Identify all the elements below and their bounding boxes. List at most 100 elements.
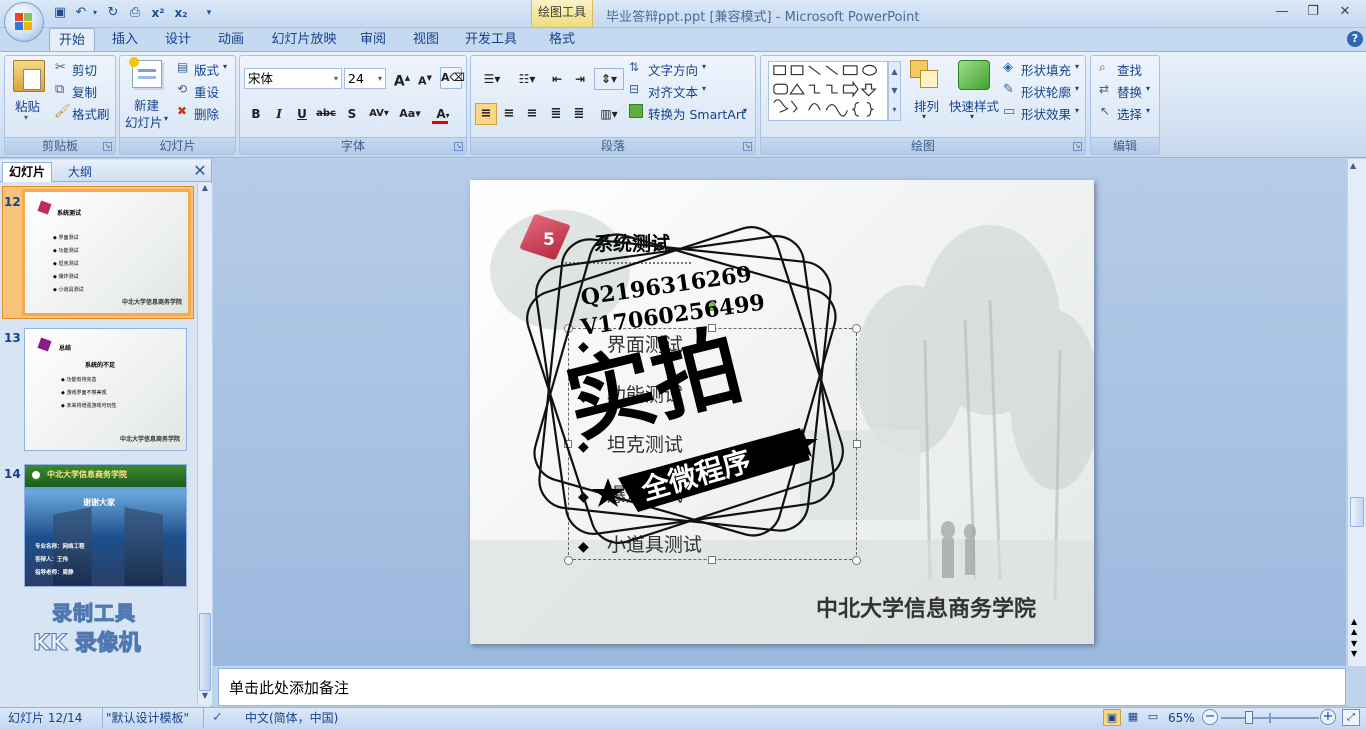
character-spacing-icon[interactable]: AV▾ [365,103,393,125]
font-name-combo[interactable]: 宋体 ▾ [244,68,342,89]
font-size-combo[interactable]: 24 ▾ [344,68,386,89]
underline-icon[interactable]: U [291,103,313,125]
print-preview-icon[interactable]: ⎙ [126,4,144,22]
select-button[interactable]: 选择 [1117,104,1142,123]
strikethrough-icon[interactable]: abc [315,103,337,125]
tab-view[interactable]: 视图 [405,28,447,52]
undo-icon[interactable]: ↶ [72,4,90,22]
decrease-indent-icon[interactable]: ⇤ [546,68,568,90]
shape-outline-dropdown-icon[interactable]: ▾ [1075,84,1079,93]
replace-dropdown-icon[interactable]: ▾ [1146,84,1150,93]
maximize-icon[interactable]: ❐ [1302,4,1324,20]
reset-button[interactable]: 重设 [194,82,219,101]
bullets-icon[interactable]: ☰▾ [475,68,509,90]
shapes-gallery[interactable] [768,61,888,121]
shrink-font-icon[interactable]: A▼ [414,67,436,89]
distributed-icon[interactable]: ≣ [568,103,590,125]
subscript-icon[interactable]: x₂ [172,4,190,22]
paragraph-launcher-icon[interactable]: ↘ [743,142,752,151]
slideshow-view-icon[interactable]: ▭ [1144,709,1162,726]
close-icon[interactable]: ✕ [1334,4,1356,20]
text-direction-dropdown-icon[interactable]: ▾ [702,62,706,71]
undo-dropdown-icon[interactable]: ▾ [90,4,100,22]
tab-animations[interactable]: 动画 [210,28,252,52]
language-status[interactable]: 中文(简体，中国) [245,708,338,728]
slide-footer[interactable]: 中北大学信息商务学院 [816,591,1036,623]
tab-insert[interactable]: 插入 [104,28,146,52]
paste-icon[interactable] [13,60,45,92]
align-text-button[interactable]: 对齐文本 [648,82,698,101]
redo-icon[interactable]: ↻ [104,4,122,22]
align-left-icon[interactable]: ≡ [475,103,497,125]
slide-thumbnail-12[interactable]: 系统测试 ◆ 界面测试 ◆ 功能测试 ◆ 坦克测试 ◆ 爆炸测试 ◆ 小道具测试… [22,189,191,316]
tab-slideshow[interactable]: 幻灯片放映 [264,28,344,52]
tab-format[interactable]: 格式 [540,28,584,52]
delete-slide-button[interactable]: 删除 [194,104,219,123]
text-shadow-icon[interactable]: S [341,103,363,125]
shape-outline-button[interactable]: 形状轮廓 [1021,82,1071,101]
font-launcher-icon[interactable]: ↘ [454,142,463,151]
zoom-out-icon[interactable]: − [1202,709,1218,725]
slide-thumbnail-14[interactable]: 中北大学信息商务学院 谢谢大家 专业名称：网络工程 答辩人：王伟 指导老师：周静 [24,464,187,587]
paste-dropdown-icon[interactable]: ▾ [24,113,28,122]
zoom-slider-thumb[interactable] [1245,711,1253,724]
line-spacing-icon[interactable]: ⇕▾ [594,68,624,90]
tab-home[interactable]: 开始 [49,28,95,52]
text-direction-button[interactable]: 文字方向 [648,60,698,79]
slide-scroll-thumb[interactable] [1350,497,1364,527]
close-pane-icon[interactable]: ✕ [193,163,207,179]
slide-vertical-scrollbar[interactable]: ▲ ▲ ▲ ▼ ▼ [1347,159,1366,666]
spell-check-icon[interactable]: ✓ [212,708,223,728]
shape-fill-dropdown-icon[interactable]: ▾ [1075,62,1079,71]
previous-slide-icon[interactable]: ▲ ▲ [1351,617,1357,637]
arrange-icon[interactable] [910,60,940,90]
theme-status[interactable]: "默认设计模板" [106,708,189,728]
tab-review[interactable]: 审阅 [352,28,394,52]
cut-button[interactable]: 剪切 [72,60,97,79]
columns-icon[interactable]: ▥▾ [594,103,624,125]
shape-fill-button[interactable]: 形状填充 [1021,60,1071,79]
new-slide-button-line2[interactable]: 幻灯片 [125,112,163,131]
bold-icon[interactable]: B [245,103,267,125]
font-color-icon[interactable]: A ▾ [428,103,458,125]
smartart-dropdown-icon[interactable]: ▾ [743,106,747,115]
customize-qat-icon[interactable]: ▾ [203,4,215,22]
new-slide-dropdown-icon[interactable]: ▾ [164,114,168,123]
tab-outline-pane[interactable]: 大纲 [55,163,105,182]
tab-developer[interactable]: 开发工具 [458,28,524,52]
shape-effects-button[interactable]: 形状效果 [1021,104,1071,123]
layout-dropdown-icon[interactable]: ▾ [223,62,227,71]
justify-icon[interactable]: ≣ [545,103,567,125]
align-center-icon[interactable]: ≡ [498,103,520,125]
shape-effects-dropdown-icon[interactable]: ▾ [1075,106,1079,115]
zoom-level[interactable]: 65% [1168,708,1195,728]
zoom-in-icon[interactable]: + [1320,709,1336,725]
drawing-launcher-icon[interactable]: ↘ [1073,142,1082,151]
numbering-icon[interactable]: ☷▾ [510,68,544,90]
slides-pane-scroll-thumb[interactable] [199,613,211,691]
shapes-gallery-scroll[interactable]: ▲ ▼ ▾ [888,61,901,121]
clipboard-launcher-icon[interactable]: ↘ [103,142,112,151]
arrange-dropdown-icon[interactable]: ▾ [922,112,926,121]
select-dropdown-icon[interactable]: ▾ [1146,106,1150,115]
align-right-icon[interactable]: ≡ [521,103,543,125]
save-icon[interactable]: ▣ [51,4,69,22]
tab-slides-pane[interactable]: 幻灯片 [2,162,52,182]
normal-view-icon[interactable]: ▣ [1103,709,1121,726]
slide-thumbnail-13[interactable]: 总结 系统的不足 ◆ 功能有待完善 ◆ 游戏界面不够美观 ◆ 未来将增强游戏可玩… [24,328,187,451]
help-icon[interactable]: ? [1347,31,1363,47]
find-button[interactable]: 查找 [1117,60,1142,79]
slides-pane-scrollbar[interactable]: ▲ ▼ [197,183,212,705]
grow-font-icon[interactable]: A▲ [391,67,413,90]
clear-format-icon[interactable]: A⌫ [440,67,465,89]
layout-button[interactable]: 版式 [194,60,219,79]
copy-button[interactable]: 复制 [72,82,97,101]
notes-pane[interactable]: 单击此处添加备注 [218,668,1346,706]
current-slide[interactable]: 5 系统测试 ◆ 界面测试 ◆ 功能测试 ◆ 坦克测试 ◆ 爆炸测试 ◆ 小道具… [470,180,1094,644]
change-case-icon[interactable]: Aa▾ [396,103,424,125]
tab-design[interactable]: 设计 [157,28,199,52]
format-painter-button[interactable]: 格式刷 [72,104,110,123]
slide-sorter-view-icon[interactable]: ▦ [1124,709,1142,726]
quick-styles-icon[interactable] [958,60,990,90]
arrange-button[interactable]: 排列 [914,96,939,115]
